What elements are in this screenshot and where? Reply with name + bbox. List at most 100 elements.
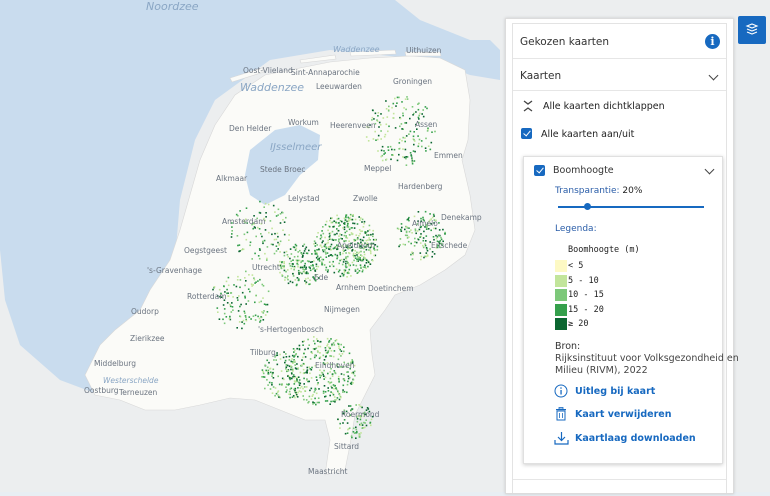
tree-cell: [318, 248, 320, 250]
tree-cell: [254, 314, 257, 317]
tree-cell: [362, 269, 364, 271]
tree-cell: [319, 237, 322, 240]
tree-cell: [292, 275, 295, 277]
tree-cell: [398, 148, 400, 150]
tree-cell: [226, 288, 228, 291]
chevron-down-icon[interactable]: [704, 164, 715, 175]
tree-cell: [335, 399, 338, 401]
tree-cell: [268, 361, 270, 364]
tree-cell: [285, 356, 288, 358]
tree-cell: [328, 236, 331, 238]
tree-cell: [355, 404, 357, 406]
tree-cell: [328, 339, 331, 342]
tree-cell: [266, 257, 268, 260]
tree-cell: [346, 237, 349, 239]
tree-cell: [275, 215, 278, 217]
info-icon[interactable]: i: [705, 34, 720, 49]
tree-cell: [421, 113, 423, 115]
tree-cell: [422, 239, 425, 242]
tree-cell: [251, 274, 254, 276]
tree-cell: [264, 387, 266, 390]
tree-cell: [298, 390, 301, 392]
tree-cell: [309, 358, 312, 360]
tree-cell: [295, 391, 297, 394]
tree-cell: [340, 373, 343, 375]
slider-handle[interactable]: [583, 203, 591, 210]
tree-cell: [331, 230, 334, 233]
tree-cell: [404, 228, 406, 231]
tree-cell: [267, 373, 270, 375]
tree-cell: [307, 277, 309, 280]
tree-cell: [351, 227, 353, 229]
tree-cell: [347, 428, 349, 431]
tree-cell: [318, 257, 320, 260]
tree-cell: [374, 130, 376, 133]
tree-cell: [288, 262, 291, 265]
tree-cell: [396, 227, 399, 230]
tree-cell: [355, 426, 357, 429]
tree-cell: [420, 255, 423, 258]
tree-cell: [377, 134, 380, 137]
tree-cell: [413, 143, 415, 146]
tree-cell: [380, 155, 382, 158]
tree-cell: [418, 102, 420, 105]
collapse-all-button[interactable]: Alle kaarten dichtklappen: [521, 98, 711, 114]
tree-cell: [299, 249, 301, 252]
tree-cell: [294, 389, 296, 392]
tree-cell: [387, 149, 390, 151]
tree-cell: [398, 245, 400, 248]
tree-cell: [418, 114, 420, 117]
remove-map-link[interactable]: Kaart verwijderen: [554, 407, 714, 423]
tree-cell: [368, 224, 371, 227]
toggle-all-checkbox[interactable]: Alle kaarten aan/uit: [521, 127, 711, 143]
tree-cell: [404, 140, 406, 143]
tree-cell: [278, 396, 280, 398]
tree-cell: [308, 380, 310, 383]
tree-cell: [293, 268, 295, 271]
tree-cell: [297, 355, 299, 358]
tree-cell: [419, 112, 421, 115]
layer-checkbox[interactable]: [534, 165, 545, 176]
tree-cell: [310, 377, 313, 379]
tree-cell: [227, 284, 230, 287]
tree-cell: [423, 230, 425, 233]
tree-cell: [405, 164, 408, 166]
tree-cell: [329, 377, 332, 380]
tree-cell: [411, 106, 414, 108]
tree-cell: [370, 424, 372, 427]
tree-cell: [237, 299, 239, 301]
tree-cell: [426, 255, 429, 257]
tree-cell: [346, 383, 349, 386]
layers-toggle-button[interactable]: [738, 16, 766, 44]
tree-cell: [331, 255, 334, 257]
tree-cell: [412, 253, 414, 256]
transparency-slider[interactable]: [558, 203, 704, 210]
tree-cell: [296, 396, 299, 398]
download-layer-link[interactable]: Kaartlaag downloaden: [554, 431, 714, 447]
tree-cell: [291, 281, 294, 284]
tree-cell: [418, 142, 420, 145]
tree-cell: [355, 437, 357, 439]
tree-cell: [427, 145, 430, 147]
tree-cell: [280, 370, 283, 372]
tree-cell: [321, 230, 323, 232]
tree-cell: [263, 310, 265, 312]
chevron-down-icon[interactable]: [708, 70, 719, 81]
tree-cell: [230, 311, 233, 313]
tree-cell: [257, 280, 259, 282]
place-label: Assen: [415, 120, 438, 129]
tree-cell: [384, 133, 387, 136]
tree-cell: [277, 235, 279, 238]
legend-item-label: 5 - 10: [568, 275, 599, 286]
tree-cell: [316, 249, 318, 251]
tree-cell: [316, 383, 319, 386]
place-label: Uithuizen: [406, 46, 442, 55]
tree-cell: [353, 227, 356, 229]
explain-map-link[interactable]: Uitleg bij kaart: [554, 384, 714, 400]
tree-cell: [276, 391, 279, 393]
legend-swatch: [555, 303, 567, 316]
tree-cell: [278, 243, 281, 245]
tree-cell: [410, 242, 412, 245]
tree-cell: [266, 311, 269, 313]
tree-cell: [286, 364, 289, 367]
